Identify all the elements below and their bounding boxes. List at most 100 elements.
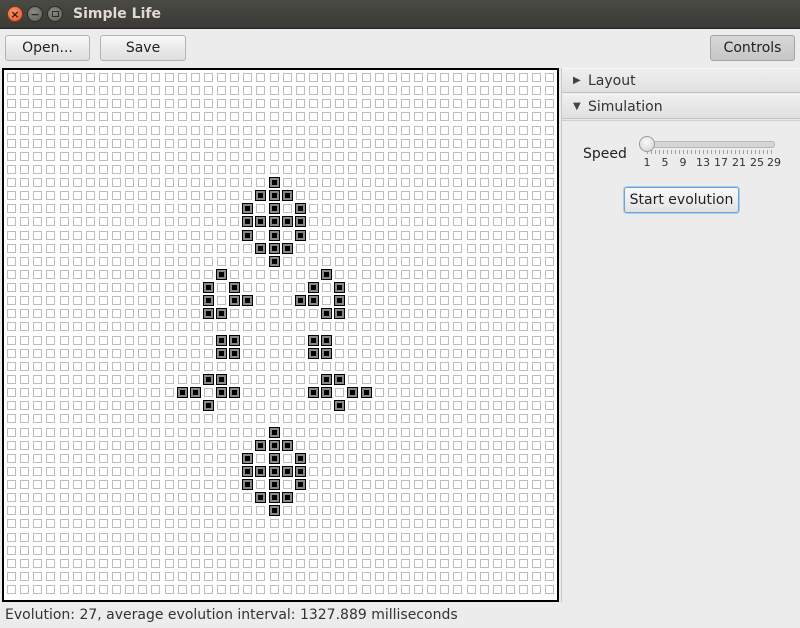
dead-cell[interactable]: [480, 401, 489, 410]
dead-cell[interactable]: [7, 204, 16, 213]
dead-cell[interactable]: [335, 506, 344, 515]
dead-cell[interactable]: [60, 112, 69, 121]
dead-cell[interactable]: [375, 99, 384, 108]
dead-cell[interactable]: [243, 139, 252, 148]
dead-cell[interactable]: [178, 336, 187, 345]
dead-cell[interactable]: [388, 191, 397, 200]
dead-cell[interactable]: [112, 296, 121, 305]
dead-cell[interactable]: [243, 441, 252, 450]
dead-cell[interactable]: [335, 165, 344, 174]
dead-cell[interactable]: [506, 585, 515, 594]
dead-cell[interactable]: [427, 546, 436, 555]
dead-cell[interactable]: [165, 428, 174, 437]
dead-cell[interactable]: [440, 322, 449, 331]
dead-cell[interactable]: [467, 309, 476, 318]
dead-cell[interactable]: [440, 204, 449, 213]
dead-cell[interactable]: [7, 322, 16, 331]
dead-cell[interactable]: [309, 414, 318, 423]
dead-cell[interactable]: [519, 152, 528, 161]
dead-cell[interactable]: [7, 349, 16, 358]
dead-cell[interactable]: [467, 99, 476, 108]
dead-cell[interactable]: [493, 414, 502, 423]
dead-cell[interactable]: [296, 283, 305, 292]
dead-cell[interactable]: [125, 231, 134, 240]
dead-cell[interactable]: [73, 296, 82, 305]
dead-cell[interactable]: [506, 519, 515, 528]
dead-cell[interactable]: [217, 139, 226, 148]
dead-cell[interactable]: [348, 231, 357, 240]
dead-cell[interactable]: [230, 73, 239, 82]
dead-cell[interactable]: [532, 533, 541, 542]
dead-cell[interactable]: [270, 519, 279, 528]
dead-cell[interactable]: [178, 178, 187, 187]
dead-cell[interactable]: [73, 349, 82, 358]
dead-cell[interactable]: [86, 336, 95, 345]
alive-cell[interactable]: [283, 191, 292, 200]
dead-cell[interactable]: [125, 559, 134, 568]
dead-cell[interactable]: [467, 454, 476, 463]
dead-cell[interactable]: [322, 217, 331, 226]
dead-cell[interactable]: [401, 572, 410, 581]
dead-cell[interactable]: [283, 283, 292, 292]
dead-cell[interactable]: [191, 585, 200, 594]
dead-cell[interactable]: [99, 519, 108, 528]
dead-cell[interactable]: [138, 441, 147, 450]
dead-cell[interactable]: [532, 257, 541, 266]
dead-cell[interactable]: [309, 375, 318, 384]
dead-cell[interactable]: [191, 428, 200, 437]
dead-cell[interactable]: [467, 257, 476, 266]
dead-cell[interactable]: [256, 428, 265, 437]
dead-cell[interactable]: [375, 257, 384, 266]
dead-cell[interactable]: [230, 322, 239, 331]
dead-cell[interactable]: [112, 112, 121, 121]
dead-cell[interactable]: [112, 257, 121, 266]
dead-cell[interactable]: [46, 572, 55, 581]
dead-cell[interactable]: [33, 244, 42, 253]
dead-cell[interactable]: [506, 336, 515, 345]
dead-cell[interactable]: [440, 362, 449, 371]
dead-cell[interactable]: [204, 126, 213, 135]
dead-cell[interactable]: [401, 441, 410, 450]
dead-cell[interactable]: [112, 572, 121, 581]
dead-cell[interactable]: [204, 480, 213, 489]
alive-cell[interactable]: [283, 493, 292, 502]
alive-cell[interactable]: [217, 336, 226, 345]
dead-cell[interactable]: [138, 559, 147, 568]
dead-cell[interactable]: [348, 428, 357, 437]
dead-cell[interactable]: [60, 244, 69, 253]
dead-cell[interactable]: [86, 283, 95, 292]
dead-cell[interactable]: [33, 336, 42, 345]
dead-cell[interactable]: [217, 362, 226, 371]
dead-cell[interactable]: [165, 152, 174, 161]
dead-cell[interactable]: [427, 454, 436, 463]
dead-cell[interactable]: [151, 152, 160, 161]
alive-cell[interactable]: [256, 217, 265, 226]
dead-cell[interactable]: [467, 126, 476, 135]
dead-cell[interactable]: [270, 559, 279, 568]
dead-cell[interactable]: [348, 467, 357, 476]
dead-cell[interactable]: [493, 401, 502, 410]
dead-cell[interactable]: [388, 309, 397, 318]
dead-cell[interactable]: [283, 414, 292, 423]
dead-cell[interactable]: [545, 506, 554, 515]
dead-cell[interactable]: [414, 231, 423, 240]
dead-cell[interactable]: [270, 546, 279, 555]
dead-cell[interactable]: [283, 73, 292, 82]
dead-cell[interactable]: [178, 428, 187, 437]
dead-cell[interactable]: [60, 454, 69, 463]
dead-cell[interactable]: [138, 454, 147, 463]
dead-cell[interactable]: [191, 73, 200, 82]
dead-cell[interactable]: [230, 454, 239, 463]
dead-cell[interactable]: [375, 322, 384, 331]
dead-cell[interactable]: [362, 322, 371, 331]
dead-cell[interactable]: [230, 99, 239, 108]
dead-cell[interactable]: [204, 257, 213, 266]
dead-cell[interactable]: [335, 217, 344, 226]
dead-cell[interactable]: [440, 493, 449, 502]
dead-cell[interactable]: [256, 572, 265, 581]
dead-cell[interactable]: [46, 191, 55, 200]
dead-cell[interactable]: [86, 493, 95, 502]
alive-cell[interactable]: [296, 204, 305, 213]
dead-cell[interactable]: [440, 441, 449, 450]
dead-cell[interactable]: [427, 349, 436, 358]
